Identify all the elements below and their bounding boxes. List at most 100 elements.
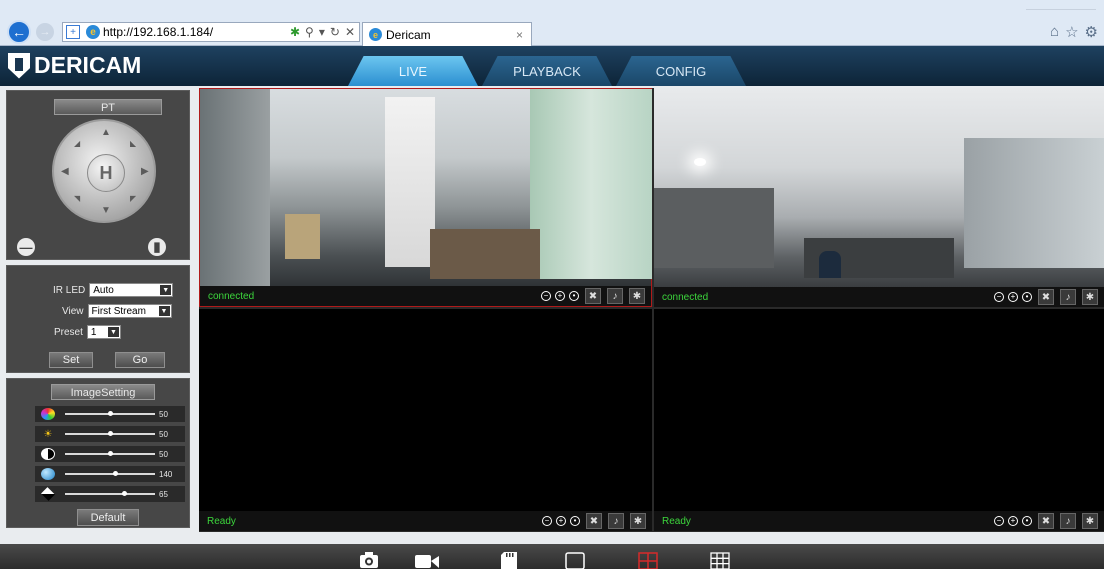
- ptz-direction-wheel[interactable]: ▲ ▼ ◀ ▶ ◢ ◣ ◥ ◤ H: [52, 119, 156, 223]
- ptz-home-button[interactable]: H: [87, 154, 125, 192]
- ptz-panel: PT ▲ ▼ ◀ ▶ ◢ ◣ ◥ ◤ H — ▮: [6, 90, 190, 260]
- contrast-knob[interactable]: [108, 451, 113, 456]
- mute-icon[interactable]: ✖: [1038, 513, 1054, 529]
- refresh-icon[interactable]: ↻: [330, 25, 340, 39]
- talk-icon[interactable]: ♪: [1060, 513, 1076, 529]
- preset-set-button[interactable]: Set: [49, 352, 93, 368]
- talk-icon[interactable]: ♪: [1060, 289, 1076, 305]
- home-icon[interactable]: ⌂: [1050, 23, 1059, 41]
- zoom-out-icon[interactable]: −: [994, 292, 1004, 302]
- zoom-in-icon[interactable]: +: [556, 516, 566, 526]
- forward-button[interactable]: →: [36, 23, 54, 41]
- cell-1-status: connected: [208, 290, 255, 302]
- nine-view-icon[interactable]: [708, 551, 732, 569]
- tab-live[interactable]: LIVE: [348, 56, 478, 86]
- video-cell-4[interactable]: Ready − + • ✖ ♪ ✱: [654, 309, 1104, 531]
- compat-icon[interactable]: +: [66, 25, 80, 39]
- app-header: DERICAM LIVE PLAYBACK CONFIG: [0, 46, 1104, 86]
- pan-up-left-icon[interactable]: ◢: [74, 139, 80, 148]
- ir-led-select[interactable]: Auto ▼: [89, 283, 174, 297]
- single-view-icon[interactable]: [563, 551, 587, 569]
- dericam-logo: DERICAM: [8, 52, 141, 79]
- zoom-out-icon[interactable]: —: [17, 238, 35, 256]
- bottom-toolbar: [0, 544, 1104, 569]
- saturation-value: 140: [159, 469, 173, 479]
- back-button[interactable]: ←: [7, 20, 31, 44]
- pan-down-icon[interactable]: ▼: [101, 205, 111, 216]
- zoom-in-icon[interactable]: +: [1008, 516, 1018, 526]
- sharpness-value: 65: [159, 489, 168, 499]
- zoom-out-icon[interactable]: −: [994, 516, 1004, 526]
- preset-go-button[interactable]: Go: [115, 352, 165, 368]
- address-bar[interactable]: + e http://192.168.1.184/ ✱ ⚲ ▾ ↻ ✕: [62, 22, 360, 42]
- settings-tool-icon[interactable]: ✱: [1082, 289, 1098, 305]
- browser-tab[interactable]: e Dericam ×: [362, 22, 532, 46]
- video-cell-2[interactable]: connected − + • ✖ ♪ ✱: [654, 88, 1104, 307]
- star-icon[interactable]: ☆: [1065, 23, 1078, 41]
- compat-view-icon[interactable]: ✱: [290, 25, 300, 39]
- settings-tool-icon[interactable]: ✱: [630, 513, 646, 529]
- tab-playback[interactable]: PLAYBACK: [482, 56, 612, 86]
- saturation-slider[interactable]: 140: [41, 467, 181, 481]
- preset-select[interactable]: 1 ▼: [86, 325, 121, 339]
- zoom-out-icon[interactable]: −: [541, 291, 551, 301]
- zoom-out-icon[interactable]: −: [542, 516, 552, 526]
- stop-icon[interactable]: ✕: [345, 25, 355, 39]
- mute-icon[interactable]: ✖: [1038, 289, 1054, 305]
- pan-up-right-icon[interactable]: ◣: [130, 139, 136, 148]
- browser-chrome: ← → + e http://192.168.1.184/ ✱ ⚲ ▾ ↻ ✕ …: [0, 0, 1104, 46]
- address-url[interactable]: http://192.168.1.184/: [103, 25, 290, 39]
- fullscreen-icon[interactable]: •: [570, 516, 580, 526]
- hue-slider[interactable]: 50: [41, 407, 181, 421]
- zoom-in-icon[interactable]: +: [1008, 292, 1018, 302]
- sharpness-slider[interactable]: 65: [41, 487, 181, 501]
- gear-icon[interactable]: ⚙: [1085, 23, 1098, 41]
- hue-knob[interactable]: [108, 411, 113, 416]
- talk-icon[interactable]: ♪: [607, 288, 623, 304]
- saturation-icon: [41, 468, 55, 480]
- brightness-slider[interactable]: ☀ 50: [41, 427, 181, 441]
- zoom-in-icon[interactable]: +: [555, 291, 565, 301]
- chevron-down-icon: ▼: [158, 306, 170, 316]
- ir-led-value: Auto: [93, 284, 114, 296]
- preset-value: 1: [90, 326, 97, 338]
- video-cell-3[interactable]: Ready − + • ✖ ♪ ✱: [199, 309, 652, 531]
- pan-down-right-icon[interactable]: ◤: [130, 194, 136, 203]
- saturation-knob[interactable]: [112, 471, 118, 476]
- pan-right-icon[interactable]: ▶: [141, 166, 149, 177]
- tab-close-icon[interactable]: ×: [516, 28, 523, 42]
- ie-page-icon: e: [86, 25, 100, 39]
- record-icon[interactable]: [414, 551, 440, 569]
- ir-led-label: IR LED: [53, 284, 86, 296]
- pan-up-icon[interactable]: ▲: [101, 127, 111, 138]
- contrast-slider[interactable]: 50: [41, 447, 181, 461]
- talk-icon[interactable]: ♪: [608, 513, 624, 529]
- sd-card-icon[interactable]: [498, 551, 520, 569]
- fullscreen-icon[interactable]: •: [1022, 292, 1032, 302]
- sharpness-knob[interactable]: [121, 491, 127, 496]
- mute-icon[interactable]: ✖: [586, 513, 602, 529]
- mute-icon[interactable]: ✖: [585, 288, 601, 304]
- cell-4-status: Ready: [662, 515, 691, 527]
- zoom-in-icon[interactable]: ▮: [148, 238, 166, 256]
- fullscreen-icon[interactable]: •: [1022, 516, 1032, 526]
- view-select[interactable]: First Stream ▼: [87, 304, 172, 318]
- image-setting-panel: ImageSetting 50 ☀ 50 50 140 65 Default: [6, 378, 190, 528]
- search-icon[interactable]: ⚲: [305, 25, 314, 39]
- tab-config[interactable]: CONFIG: [616, 56, 746, 86]
- pan-down-left-icon[interactable]: ◥: [74, 194, 80, 203]
- default-button[interactable]: Default: [77, 509, 139, 526]
- dropdown-icon[interactable]: ▾: [319, 25, 325, 39]
- cell-3-status: Ready: [207, 515, 236, 527]
- pan-left-icon[interactable]: ◀: [61, 166, 69, 177]
- fullscreen-icon[interactable]: •: [569, 291, 579, 301]
- settings-tool-icon[interactable]: ✱: [629, 288, 645, 304]
- video-cell-1[interactable]: connected − + • ✖ ♪ ✱: [199, 88, 652, 307]
- tab-ie-icon: e: [369, 28, 382, 41]
- preset-label: Preset: [54, 326, 83, 338]
- brightness-knob[interactable]: [108, 431, 113, 436]
- brightness-value: 50: [159, 429, 168, 439]
- quad-view-icon[interactable]: [636, 551, 660, 569]
- settings-tool-icon[interactable]: ✱: [1082, 513, 1098, 529]
- snapshot-icon[interactable]: [358, 551, 380, 569]
